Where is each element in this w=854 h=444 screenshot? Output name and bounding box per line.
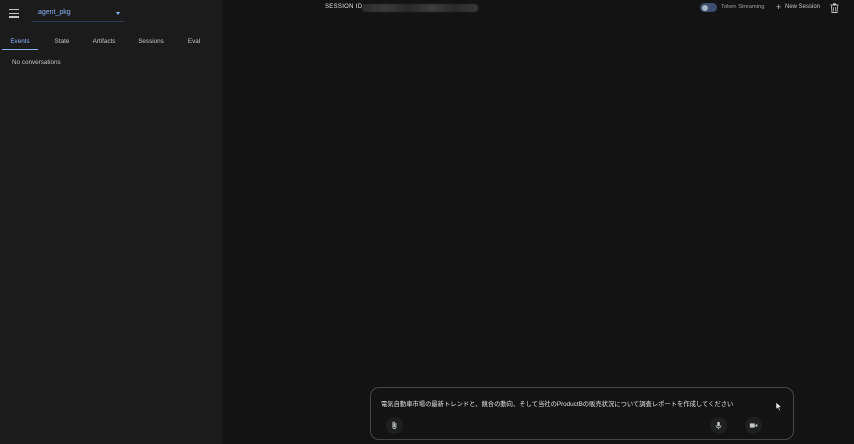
plus-icon: +	[776, 2, 782, 12]
camera-button[interactable]	[745, 417, 762, 434]
toggle-knob	[702, 4, 708, 11]
microphone-button[interactable]	[710, 417, 727, 434]
sidebar-tabs: Events State Artifacts Sessions Eval	[0, 34, 222, 50]
app-select-value: agent_pkg	[38, 9, 71, 16]
sidebar: agent_pkg Events State Artifacts Session…	[0, 0, 222, 444]
mic-icon	[715, 421, 722, 430]
trash-icon[interactable]	[830, 3, 839, 13]
token-streaming-toggle[interactable]	[700, 3, 717, 12]
new-session-label: New Session	[785, 4, 821, 10]
tab-artifacts[interactable]: Artifacts	[86, 34, 122, 50]
message-input[interactable]: 電気自動車市場の最新トレンドと、競合の動向、そして当社のProductBの販売状…	[381, 399, 776, 408]
tab-state[interactable]: State	[46, 34, 78, 50]
sidebar-header: agent_pkg	[0, 0, 222, 28]
mouse-cursor-icon	[775, 401, 783, 412]
session-id-value-redacted	[362, 4, 478, 12]
tab-events[interactable]: Events	[2, 34, 38, 50]
active-tab-indicator	[2, 49, 38, 50]
video-camera-icon	[749, 423, 758, 428]
paperclip-icon	[392, 421, 397, 429]
chevron-down-icon	[116, 12, 120, 15]
session-id-label: SESSION ID	[325, 4, 363, 10]
message-composer[interactable]: 電気自動車市場の最新トレンドと、競合の動向、そして当社のProductBの販売状…	[370, 387, 794, 440]
top-bar: SESSION ID Token Streaming + New Session	[222, 0, 854, 16]
app-select-underline	[32, 21, 124, 22]
token-streaming-label: Token Streaming	[721, 4, 765, 10]
tab-sessions[interactable]: Sessions	[131, 34, 171, 50]
tab-eval[interactable]: Eval	[180, 34, 208, 50]
empty-state-text: No conversations	[12, 59, 61, 66]
attach-file-button[interactable]	[386, 417, 403, 434]
menu-icon[interactable]	[9, 9, 19, 18]
app-select[interactable]: agent_pkg	[32, 7, 124, 22]
